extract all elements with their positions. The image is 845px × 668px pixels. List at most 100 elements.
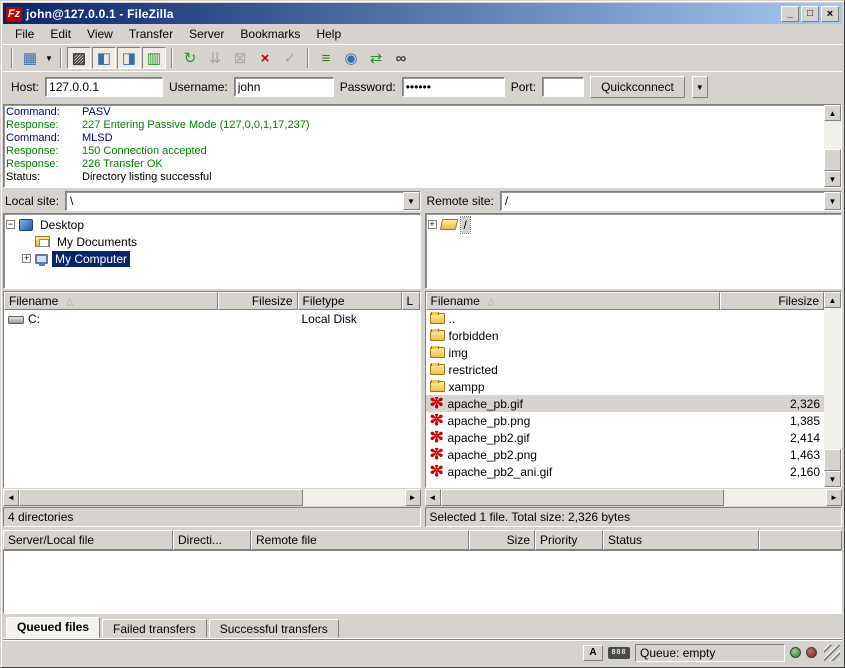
folder-icon — [430, 347, 445, 358]
refresh-icon[interactable]: ↻ — [178, 47, 202, 69]
username-input[interactable] — [234, 77, 334, 97]
remote-row-file[interactable]: ✼apache_pb.png 1,385 — [426, 412, 825, 429]
tab-queued-files[interactable]: Queued files — [6, 617, 100, 638]
local-site-label: Local site: — [3, 191, 65, 211]
column-header-filetype[interactable]: Filetype — [298, 292, 402, 310]
local-hscrollbar[interactable]: ◄ ► — [3, 489, 421, 506]
column-header-remote-file[interactable]: Remote file — [251, 530, 469, 550]
column-header-server-local-file[interactable]: Server/Local file — [3, 530, 173, 550]
site-manager-dropdown-icon[interactable]: ▼ — [43, 47, 55, 69]
folder-icon — [430, 313, 445, 324]
remote-site-combo[interactable]: / ▼ — [500, 191, 842, 211]
menu-edit[interactable]: Edit — [42, 25, 79, 43]
chevron-down-icon[interactable]: ▼ — [403, 192, 420, 210]
column-header-filename[interactable]: Filename △ — [4, 292, 218, 310]
close-button[interactable]: × — [821, 6, 839, 22]
column-header-filename[interactable]: Filename △ — [426, 292, 721, 310]
local-site-combo[interactable]: \ ▼ — [65, 191, 420, 211]
scrollbar-thumb[interactable] — [19, 489, 303, 506]
minimize-button[interactable]: _ — [781, 6, 799, 22]
scroll-up-icon[interactable]: ▲ — [824, 105, 841, 121]
column-header-size[interactable]: Size — [469, 530, 535, 550]
scroll-left-icon[interactable]: ◄ — [425, 489, 441, 506]
password-label: Password: — [340, 80, 396, 94]
host-input[interactable] — [45, 77, 163, 97]
remote-row-folder[interactable]: .. — [426, 310, 825, 327]
find-files-icon[interactable]: ∞ — [389, 47, 413, 69]
menu-server[interactable]: Server — [181, 25, 232, 43]
expand-icon[interactable]: + — [22, 254, 31, 263]
scrollbar-thumb[interactable] — [441, 489, 725, 506]
process-queue-icon[interactable]: ⇊ — [203, 47, 227, 69]
image-file-icon: ✼ — [430, 431, 444, 445]
tab-failed-transfers[interactable]: Failed transfers — [102, 619, 207, 638]
remote-row-folder[interactable]: xampp — [426, 378, 825, 395]
remote-row-file[interactable]: ✼apache_pb2_ani.gif 2,160 — [426, 463, 825, 480]
collapse-icon[interactable]: − — [6, 220, 15, 229]
filezilla-window: Fz john@127.0.0.1 - FileZilla _ □ × File… — [0, 0, 845, 668]
local-row-c-drive[interactable]: C: Local Disk — [4, 310, 420, 327]
remote-row-folder[interactable]: img — [426, 344, 825, 361]
password-input[interactable] — [402, 77, 505, 97]
queue-header: Server/Local file Directi... Remote file… — [3, 530, 842, 550]
tree-item-my-computer[interactable]: + My Computer — [6, 250, 420, 267]
sync-browse-icon[interactable]: ⇄ — [364, 47, 388, 69]
toggle-queue-icon[interactable]: ▥ — [142, 47, 166, 69]
log-scrollbar[interactable]: ▲ ▼ — [824, 105, 841, 187]
disconnect-icon[interactable]: × — [253, 47, 277, 69]
resize-grip[interactable] — [824, 645, 840, 661]
quickconnect-dropdown-icon[interactable]: ▼ — [692, 76, 708, 98]
remote-hscrollbar[interactable]: ◄ ► — [425, 489, 843, 506]
scroll-right-icon[interactable]: ► — [405, 489, 421, 506]
scrollbar-thumb[interactable] — [824, 149, 841, 171]
window-title: john@127.0.0.1 - FileZilla — [26, 7, 781, 21]
tab-successful-transfers[interactable]: Successful transfers — [209, 619, 339, 638]
compare-icon[interactable]: ◉ — [339, 47, 363, 69]
tree-item-my-documents[interactable]: My Documents — [6, 233, 420, 250]
filter-icon[interactable]: ≡ — [314, 47, 338, 69]
scroll-down-icon[interactable]: ▼ — [824, 171, 841, 187]
remote-row-file[interactable]: ✼apache_pb2.png 1,463 — [426, 446, 825, 463]
expand-icon[interactable]: + — [428, 220, 437, 229]
port-input[interactable] — [542, 77, 584, 97]
remote-row-file[interactable]: ✼apache_pb2.gif 2,414 — [426, 429, 825, 446]
scroll-down-icon[interactable]: ▼ — [824, 471, 841, 487]
column-header-direction[interactable]: Directi... — [173, 530, 251, 550]
maximize-button[interactable]: □ — [801, 6, 819, 22]
toggle-local-tree-icon[interactable]: ◧ — [92, 47, 116, 69]
column-header-priority[interactable]: Priority — [535, 530, 603, 550]
log-line: Response:226 Transfer OK — [6, 158, 822, 171]
scroll-up-icon[interactable]: ▲ — [824, 292, 841, 308]
my-documents-icon — [35, 236, 50, 247]
menu-file[interactable]: File — [7, 25, 42, 43]
reconnect-icon[interactable]: ✓ — [278, 47, 302, 69]
scroll-right-icon[interactable]: ► — [826, 489, 842, 506]
local-list-body: C: Local Disk — [4, 310, 420, 487]
scroll-left-icon[interactable]: ◄ — [3, 489, 19, 506]
tree-item-desktop[interactable]: − Desktop — [6, 216, 420, 233]
menu-bookmarks[interactable]: Bookmarks — [232, 25, 308, 43]
menu-view[interactable]: View — [79, 25, 121, 43]
column-header-status[interactable]: Status — [603, 530, 759, 550]
remote-list-scrollbar[interactable]: ▲ ▼ — [824, 292, 841, 487]
column-header-filesize[interactable]: Filesize — [720, 292, 824, 310]
remote-row-folder[interactable]: forbidden — [426, 327, 825, 344]
chevron-down-icon[interactable]: ▼ — [824, 192, 841, 210]
site-manager-icon[interactable]: ▦ — [18, 47, 42, 69]
my-computer-icon — [35, 254, 48, 264]
quickconnect-button[interactable]: Quickconnect — [590, 76, 685, 98]
menu-transfer[interactable]: Transfer — [121, 25, 181, 43]
scrollbar-thumb[interactable] — [824, 449, 841, 471]
remote-row-file-selected[interactable]: ✼apache_pb.gif 2,326 — [426, 395, 825, 412]
toggle-log-icon[interactable]: ▨ — [67, 47, 91, 69]
remote-site-label: Remote site: — [425, 191, 500, 211]
column-header-last-modified[interactable]: L — [402, 292, 420, 310]
tree-item-root[interactable]: + / — [428, 216, 842, 233]
column-header-filesize[interactable]: Filesize — [218, 292, 298, 310]
quickconnect-bar: Host: Username: Password: Port: Quickcon… — [3, 71, 842, 102]
menu-help[interactable]: Help — [308, 25, 349, 43]
remote-row-folder[interactable]: restricted — [426, 361, 825, 378]
cancel-icon[interactable]: ⊠ — [228, 47, 252, 69]
image-file-icon: ✼ — [430, 465, 444, 479]
toggle-remote-tree-icon[interactable]: ◨ — [117, 47, 141, 69]
